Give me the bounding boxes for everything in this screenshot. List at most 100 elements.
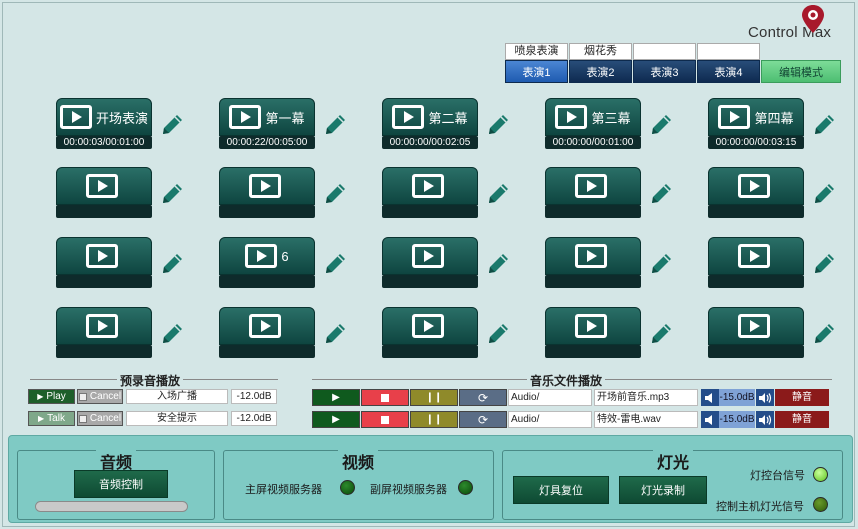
edit-pencil-icon[interactable] [811,251,837,277]
volume-down-icon[interactable] [701,411,719,428]
prerecorded-db-input[interactable]: -12.0dB [231,411,277,426]
host-light-signal-status [813,497,828,512]
edit-pencil-icon[interactable] [322,251,348,277]
music-loop-button[interactable]: ⟳ [459,411,507,428]
talk-label: Talk [47,413,65,424]
cue-play-button[interactable] [219,307,315,345]
volume-up-icon[interactable] [756,411,774,428]
edit-pencil-icon[interactable] [811,181,837,207]
cue-play-button[interactable] [708,307,804,345]
sub-video-server-status [458,480,473,495]
play-icon: ▶ [332,414,340,425]
edit-pencil-icon[interactable] [648,321,674,347]
cue-play-button[interactable] [708,167,804,205]
edit-pencil-icon[interactable] [322,321,348,347]
edit-pencil-icon[interactable] [485,112,511,138]
edit-pencil-icon[interactable] [811,321,837,347]
show-name-3[interactable] [633,43,696,60]
play-icon [555,105,588,129]
cue-time [56,275,152,288]
music-stop-button[interactable] [361,389,409,406]
cue-play-button[interactable] [382,167,478,205]
cue-play-button[interactable] [56,167,152,205]
prerecorded-title: 预录音播放 [117,372,184,389]
music-volume[interactable]: -15.0dB [719,389,755,406]
music-play-button[interactable]: ▶ [312,389,360,406]
edit-pencil-icon[interactable] [485,251,511,277]
edit-pencil-icon[interactable] [648,251,674,277]
cue-label: 第一幕 [265,110,305,126]
prerecorded-row: ▶ Play Cancel 入场广播 -12.0dB [28,389,277,404]
music-stop-button[interactable] [361,411,409,428]
music-title: 音乐文件播放 [527,372,606,389]
edit-pencil-icon[interactable] [648,181,674,207]
play-icon [575,174,607,198]
cue-time [545,205,641,218]
sub-video-server-label: 副屏视频服务器 [370,484,447,496]
audio-control-button[interactable]: 音频控制 [74,470,168,498]
tab-show-1[interactable]: 表演1 [505,60,568,83]
edit-mode-button[interactable]: 编辑模式 [761,60,841,83]
cue-play-button[interactable] [545,307,641,345]
cue-play-button[interactable]: 第二幕 [382,98,478,136]
edit-pencil-icon[interactable] [159,181,185,207]
cue-play-button[interactable] [219,167,315,205]
music-pause-button[interactable]: ❙❙ [410,389,458,406]
light-reset-button[interactable]: 灯具复位 [513,476,609,504]
music-play-button[interactable]: ▶ [312,411,360,428]
music-path[interactable]: Audio/ [508,411,592,428]
music-loop-button[interactable]: ⟳ [459,389,507,406]
music-volume[interactable]: -15.0dB [719,411,755,428]
light-record-button[interactable]: 灯光录制 [619,476,707,504]
edit-pencil-icon[interactable] [648,112,674,138]
edit-pencil-icon[interactable] [159,251,185,277]
cancel-button[interactable]: Cancel [77,411,123,426]
edit-pencil-icon[interactable] [811,112,837,138]
mute-button[interactable]: 静音 [775,411,829,428]
play-icon [738,174,770,198]
tab-show-2[interactable]: 表演2 [569,60,632,83]
prerecorded-db-input[interactable]: -12.0dB [231,389,277,404]
show-name-1[interactable]: 喷泉表演 [505,43,568,60]
cue-play-button[interactable]: 6 [219,237,315,275]
cue-play-button[interactable] [56,237,152,275]
cue-play-button[interactable] [382,237,478,275]
edit-pencil-icon[interactable] [159,321,185,347]
cue-play-button[interactable] [545,237,641,275]
cue-slot [219,307,359,367]
cue-play-button[interactable]: 第三幕 [545,98,641,136]
volume-down-icon[interactable] [701,389,719,406]
audio-volume-slider[interactable] [35,501,188,512]
show-name-2[interactable]: 烟花秀 [569,43,632,60]
volume-up-icon[interactable] [756,389,774,406]
play-label: Play [46,391,66,402]
music-path[interactable]: Audio/ [508,389,592,406]
cue-time [382,345,478,358]
play-icon [738,314,770,338]
play-icon [575,244,607,268]
music-file[interactable]: 开场前音乐.mp3 [594,389,698,406]
cancel-button[interactable]: Cancel [77,389,123,404]
edit-pencil-icon[interactable] [322,112,348,138]
cue-play-button[interactable] [545,167,641,205]
mute-button[interactable]: 静音 [775,389,829,406]
cue-play-button[interactable] [708,237,804,275]
cue-play-button[interactable]: 第一幕 [219,98,315,136]
edit-pencil-icon[interactable] [485,321,511,347]
edit-pencil-icon[interactable] [485,181,511,207]
cue-play-button[interactable]: 第四幕 [708,98,804,136]
cue-play-button[interactable]: 开场表演 [56,98,152,136]
show-name-4[interactable] [697,43,760,60]
play-button[interactable]: ▶ Play [28,389,75,404]
edit-pencil-icon[interactable] [322,181,348,207]
tab-show-3[interactable]: 表演3 [633,60,696,83]
music-row: ▶ ❙❙ ⟳ Audio/ 开场前音乐.mp3 -15.0dB 静音 [312,389,829,406]
cancel-checkbox [78,392,87,401]
cue-play-button[interactable] [56,307,152,345]
music-file[interactable]: 特效-雷电.wav [594,411,698,428]
talk-button[interactable]: ▶ Talk [28,411,75,426]
music-pause-button[interactable]: ❙❙ [410,411,458,428]
tab-show-4[interactable]: 表演4 [697,60,760,83]
cue-play-button[interactable] [382,307,478,345]
edit-pencil-icon[interactable] [159,112,185,138]
